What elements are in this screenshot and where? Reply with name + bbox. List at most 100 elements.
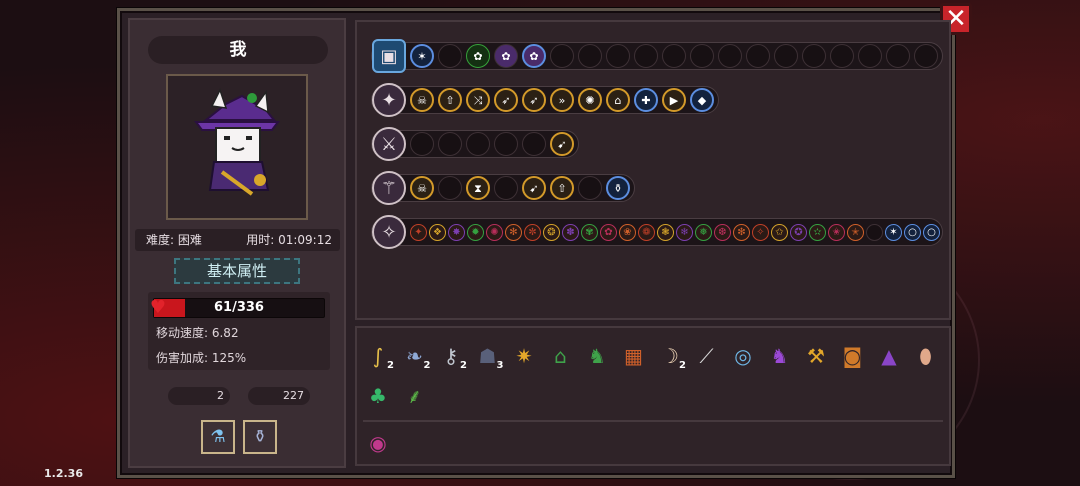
empty-slot [494,132,518,156]
rune-icon[interactable]: ❖ [429,224,446,241]
rune-icon[interactable]: ✧ [752,224,769,241]
weapon-row-4[interactable]: ⚚ ☠ ⧗ ➹ ⇧ ⚱ [371,171,635,205]
double-chevron-icon[interactable]: » [550,88,574,112]
player-name: 我 [148,36,328,64]
skull-icon[interactable]: ☠ [410,88,434,112]
clover-icon[interactable]: ♣ [363,381,393,411]
hat-green-icon[interactable]: ⌂ [546,341,576,371]
flame-icon[interactable]: ✺ [578,88,602,112]
run-info-bar: 难度: 困难 用时: 01:09:12 [135,229,340,251]
potion-icon[interactable]: ⚱ [606,176,630,200]
purple-orb-icon[interactable]: ✿ [522,44,546,68]
rune-icon[interactable]: ✭ [847,224,864,241]
hat-icon[interactable]: ⌂ [606,88,630,112]
wizard-hat-icon[interactable]: ▲ [874,341,904,371]
up-arrow-icon[interactable]: ⇧ [438,88,462,112]
rune-icon[interactable]: ✸ [448,224,465,241]
triple-arrow-icon[interactable]: ⤨ [466,88,490,112]
boot-green-icon[interactable]: ♞ [582,341,612,371]
rune-icon[interactable]: ❁ [638,224,655,241]
star-icon[interactable]: ✶ [885,224,902,241]
item-count: 3 [496,360,504,371]
star-icon[interactable]: ✶ [410,44,434,68]
empty-slot [830,44,854,68]
empty-slot [718,44,742,68]
empty-slot [914,44,938,68]
empty-slot [690,44,714,68]
empty-slot [438,176,462,200]
weapon-row-1[interactable]: ▣ ✶ ✿ ✿ ✿ [371,39,943,73]
rune-icon[interactable]: ✺ [486,224,503,241]
basic-stats-title: 基本属性 [174,258,300,284]
rune-icon[interactable]: ❅ [695,224,712,241]
rune-icon[interactable]: ✫ [809,224,826,241]
flame-arrow-icon[interactable]: ➹ [522,176,546,200]
hourglass-icon[interactable]: ⧗ [466,176,490,200]
barrel-icon[interactable]: ◙ [838,341,868,371]
rune-icon[interactable]: ❆ [714,224,731,241]
purple-staff-icon[interactable]: ✧ [372,215,406,249]
bow-icon[interactable]: ➶ [494,88,518,112]
damage-bonus-stat: 伤害加成: 125% [156,351,247,365]
play-icon[interactable]: ▶ [662,88,686,112]
bottle-icon: ⚱ [252,427,268,447]
wand-icon[interactable]: ⟋ [692,341,722,371]
rune-icon[interactable]: ✾ [581,224,598,241]
green-orb-icon[interactable]: ✿ [466,44,490,68]
empty-slot [858,44,882,68]
up-arrow-icon[interactable]: ⇧ [550,176,574,200]
rune-icon[interactable]: ✪ [790,224,807,241]
empty-slot [578,176,602,200]
ring-icon[interactable]: ◎ [728,341,758,371]
rune-icon[interactable]: ✻ [505,224,522,241]
empty-slot [410,132,434,156]
weapon-row-3[interactable]: ⚔ ➹ [371,127,579,161]
rune-icon[interactable]: ❀ [619,224,636,241]
empty-slot [550,44,574,68]
rune-icon[interactable]: ✹ [467,224,484,241]
potion-flask-icon: ⚗ [210,427,226,447]
rune-icon[interactable]: ✦ [410,224,427,241]
potion-slot-1[interactable]: ⚗ [201,420,235,454]
magic-staff-icon[interactable]: ✦ [372,83,406,117]
rune-icon[interactable]: ❇ [733,224,750,241]
item-count: 2 [423,360,431,371]
bow-icon[interactable]: ➶ [522,88,546,112]
weapon-row-5[interactable]: ✧ ✦ ❖ ✸ ✹ ✺ ✻ ✼ ❂ ✽ ✾ ✿ ❀ ❁ ❃ ❄ ❅ ❆ ❇ ✧ ✩ ✪ ✫ ✬ ✭ ✶ ○ ○ [371,215,943,249]
empty-slot [494,176,518,200]
bubble-icon[interactable]: ○ [923,224,940,241]
bubble-icon[interactable]: ○ [904,224,921,241]
rune-icon[interactable]: ❂ [543,224,560,241]
swirl-orb-icon[interactable]: ◉ [363,428,393,458]
rune-icon[interactable]: ❃ [657,224,674,241]
rune-icon[interactable]: ✩ [771,224,788,241]
rune-icon[interactable]: ❄ [676,224,693,241]
flame-arrow-icon[interactable]: ➹ [550,132,574,156]
weapon-row-2[interactable]: ✦ ☠ ⇧ ⤨ ➶ ➶ » ✺ ⌂ ✚ ▶ ◆ [371,83,719,117]
sprout-icon[interactable]: ⸙ [400,381,430,411]
map-icon[interactable]: ▦ [619,341,649,371]
key-count: 2 [168,387,230,405]
rune-icon[interactable]: ✬ [828,224,845,241]
hammer-icon[interactable]: ⚒ [801,341,831,371]
empty-slot [578,44,602,68]
egg-icon[interactable]: ⬮ [911,341,941,371]
crystal-icon[interactable]: ✷ [509,341,539,371]
empty-slot [606,44,630,68]
rune-icon[interactable]: ✿ [600,224,617,241]
treasure-chest-icon[interactable]: ▣ [372,39,406,73]
dark-blade-icon[interactable]: ⚔ [372,127,406,161]
wizard-cat-sprite [194,88,280,196]
item-count: 2 [679,360,686,371]
potion-slot-2[interactable]: ⚱ [243,420,277,454]
boot-purple-icon[interactable]: ♞ [765,341,795,371]
gem-icon[interactable]: ◆ [690,88,714,112]
rune-icon[interactable]: ✽ [562,224,579,241]
skull-icon[interactable]: ☠ [410,176,434,200]
crossbow-icon[interactable]: ✚ [634,88,658,112]
move-speed-stat: 移动速度: 6.82 [156,326,239,340]
purple-orb-icon[interactable]: ✿ [494,44,518,68]
fire-staff-icon[interactable]: ⚚ [372,171,406,205]
rune-icon[interactable]: ✼ [524,224,541,241]
empty-slot [802,44,826,68]
